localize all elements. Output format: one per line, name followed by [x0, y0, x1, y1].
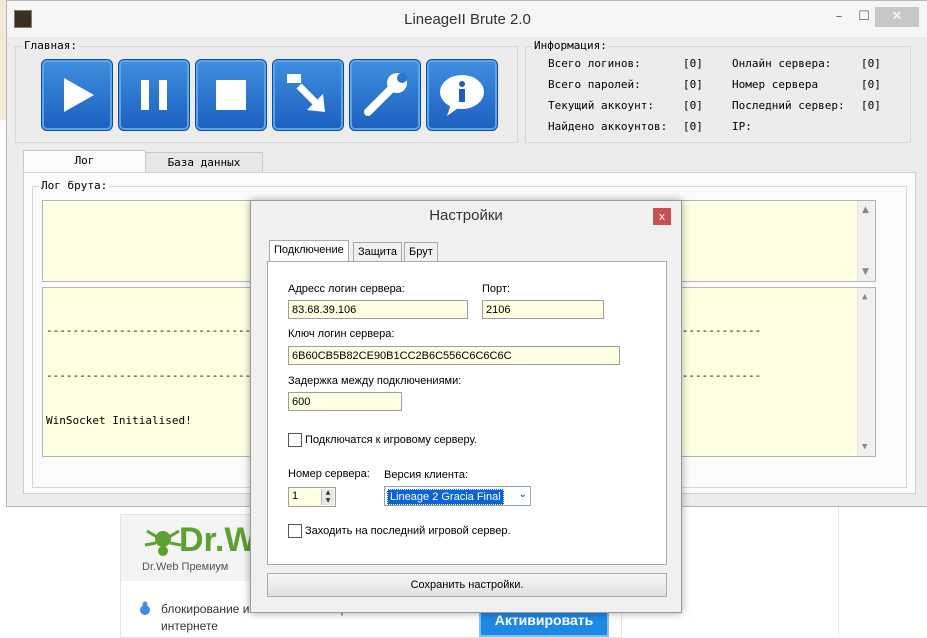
last-server-checkbox[interactable]: [288, 524, 302, 538]
info-bubble-icon: [440, 75, 484, 116]
info-label: Найдено аккоунтов:: [548, 120, 668, 133]
start-button[interactable]: [41, 59, 113, 131]
stop-icon: [216, 80, 246, 110]
tab-protection[interactable]: Защита: [353, 242, 402, 262]
connection-panel: Адресс логин сервера: 83.68.39.106 Порт:…: [267, 261, 667, 565]
delay-input[interactable]: 600: [288, 392, 402, 411]
port-input[interactable]: 2106: [482, 300, 604, 319]
connect-game-server-checkbox[interactable]: [288, 433, 302, 447]
info-label: Текущий аккоунт:: [548, 99, 654, 112]
client-version-value: Lineage 2 Gracia Final: [387, 489, 504, 505]
load-button[interactable]: [272, 59, 344, 131]
info-value: [0]: [683, 120, 703, 133]
info-value: [0]: [683, 78, 703, 91]
about-button[interactable]: [426, 59, 498, 131]
log-summary-scrollbar[interactable]: ▲ ▼: [857, 201, 875, 281]
info-value: [0]: [683, 99, 703, 112]
stepper-arrows-icon[interactable]: ▲ ▼: [321, 489, 334, 505]
scroll-up-icon[interactable]: ▲: [862, 205, 869, 215]
pause-button[interactable]: [118, 59, 190, 131]
main-group-label: Главная:: [22, 39, 79, 52]
minimize-icon[interactable]: –: [825, 7, 853, 27]
tab-connection[interactable]: Подключение: [269, 240, 349, 262]
last-server-label: Заходить на последний игровой сервер.: [305, 525, 511, 537]
client-version-label: Версия клиента:: [384, 469, 469, 481]
port-label: Порт:: [482, 283, 510, 295]
info-value: [0]: [861, 57, 881, 70]
log-group-label: Лог брута:: [39, 179, 110, 192]
server-number-value: 1: [292, 490, 299, 502]
server-key-input[interactable]: 6B60CB5B82CE90B1CC2B6C556C6C6C6C: [288, 346, 620, 365]
tab-brute[interactable]: Брут: [404, 242, 438, 262]
server-number-label: Номер сервера:: [288, 468, 370, 480]
bug-icon: [140, 601, 150, 615]
log-output-scrollbar[interactable]: ▲ ▼: [857, 288, 875, 456]
stop-button[interactable]: [195, 59, 267, 131]
tab-log[interactable]: Лог: [23, 150, 146, 173]
server-number-stepper[interactable]: 1 ▲ ▼: [288, 487, 336, 507]
info-label: Последний сервер:: [732, 99, 845, 112]
arrow-down-right-icon: [287, 74, 325, 112]
scroll-down-icon[interactable]: ▼: [862, 267, 869, 277]
server-key-label: Ключ логин сервера:: [288, 328, 395, 340]
info-label: Всего логинов:: [548, 57, 641, 70]
info-group-label: Информация:: [532, 39, 609, 52]
scroll-up-icon[interactable]: ▲: [862, 292, 867, 302]
info-label: Всего паролей:: [548, 78, 641, 91]
chevron-down-icon: ⌄: [518, 489, 527, 500]
dialog-close-button[interactable]: x: [653, 208, 671, 225]
play-icon: [64, 78, 94, 112]
info-label: Онлайн сервера:: [732, 57, 832, 70]
login-server-label: Адресс логин сервера:: [288, 283, 405, 295]
drweb-subtitle: Dr.Web Премиум: [142, 561, 229, 573]
tab-database[interactable]: База данных: [145, 152, 263, 173]
settings-dialog: Настройки x Подключение Защита Брут Адре…: [250, 200, 682, 613]
login-server-input[interactable]: 83.68.39.106: [288, 300, 468, 319]
client-version-select[interactable]: Lineage 2 Gracia Final ⌄: [384, 486, 531, 506]
scroll-down-icon[interactable]: ▼: [862, 442, 867, 452]
maximize-icon[interactable]: ☐: [850, 7, 878, 27]
info-value: [0]: [683, 57, 703, 70]
close-window-button[interactable]: ✕: [875, 7, 919, 27]
pause-icon: [141, 80, 167, 110]
settings-button[interactable]: [349, 59, 421, 131]
dialog-title: Настройки: [429, 207, 503, 224]
save-settings-button[interactable]: Сохранить настройки.: [267, 573, 667, 597]
drweb-logo-area: Dr.W Dr.Web Премиум: [121, 515, 261, 581]
info-label: IP:: [732, 120, 752, 133]
background-divider: [838, 500, 839, 636]
window-title: LineageII Brute 2.0: [404, 11, 531, 28]
delay-label: Задержка между подключениями:: [288, 375, 462, 387]
info-label: Номер сервера: [732, 78, 819, 91]
title-bar: LineageII Brute 2.0 – ☐ ✕: [7, 1, 927, 37]
wrench-icon: [364, 73, 407, 116]
connect-game-server-label: Подключатся к игровому серверу.: [305, 434, 477, 446]
info-value: [0]: [861, 99, 881, 112]
info-value: [0]: [861, 78, 881, 91]
drweb-spider-icon: [144, 529, 182, 556]
drweb-logo-text: Dr.W: [179, 521, 257, 559]
